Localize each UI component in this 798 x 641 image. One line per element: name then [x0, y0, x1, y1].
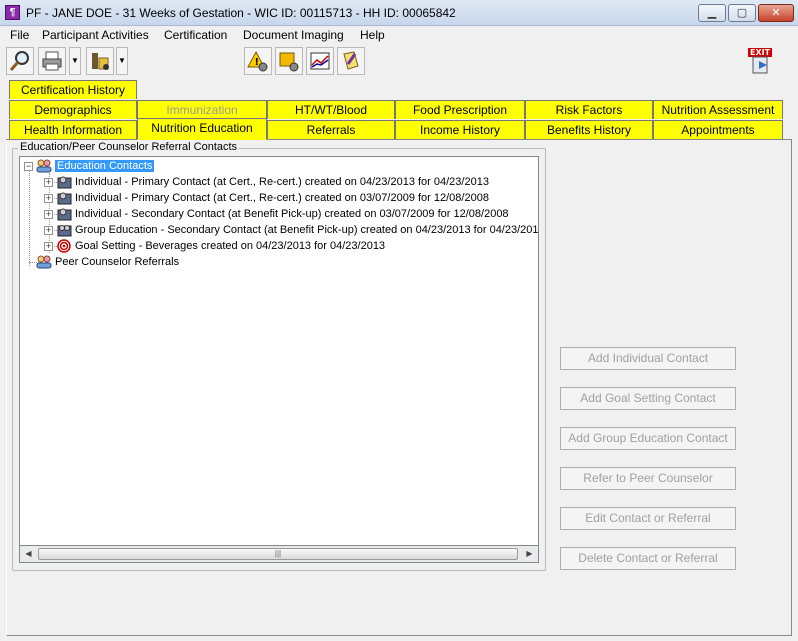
warning-gear-icon: ! — [247, 50, 268, 72]
tools-button[interactable] — [86, 47, 114, 75]
tree-label-education-contacts[interactable]: Education Contacts — [55, 160, 155, 172]
tab-ht-wt-blood[interactable]: HT/WT/Blood — [267, 100, 395, 119]
delete-contact-or-referral-button[interactable]: Delete Contact or Referral — [560, 547, 736, 570]
tree-node-contact-4[interactable]: + Group Education - Secondary Contact (a… — [44, 222, 538, 238]
print-button[interactable] — [38, 47, 66, 75]
expand-toggle[interactable]: + — [44, 241, 53, 251]
expand-toggle[interactable]: + — [44, 225, 53, 235]
add-goal-setting-contact-button[interactable]: Add Goal Setting Contact — [560, 387, 736, 410]
printer-icon — [42, 51, 62, 71]
tree-label-contact-5[interactable]: Goal Setting - Beverages created on 04/2… — [75, 240, 385, 252]
toolbar: ▼ ▼ ! EXIT — [0, 45, 798, 79]
tab-nutrition-education[interactable]: Nutrition Education — [137, 118, 267, 140]
tree-node-peer-counselor-referrals[interactable]: Peer Counselor Referrals — [36, 254, 179, 270]
menu-bar: File Participant Activities Certificatio… — [0, 26, 798, 44]
tree-label-contact-1[interactable]: Individual - Primary Contact (at Cert., … — [75, 176, 489, 188]
close-button[interactable]: ✕ — [758, 4, 794, 22]
tree-label-peer-counselor-referrals[interactable]: Peer Counselor Referrals — [55, 256, 179, 268]
menu-participant-activities[interactable]: Participant Activities — [42, 28, 149, 42]
title-bar: ¶ PF - JANE DOE - 31 Weeks of Gestation … — [0, 0, 798, 26]
note-gear-icon — [279, 52, 299, 72]
tree-node-education-contacts[interactable]: − Education Contacts — [24, 158, 155, 174]
contacts-tree[interactable]: − Education Contacts + Individual - Prim… — [19, 156, 539, 546]
group-contact-icon — [57, 225, 72, 237]
tab-referrals[interactable]: Referrals — [267, 120, 395, 139]
tab-immunization: Immunization — [137, 100, 267, 119]
menu-help[interactable]: Help — [360, 28, 385, 42]
minimize-button[interactable]: ▁ — [698, 4, 726, 22]
document-pencil-icon — [343, 51, 359, 70]
tab-row-middle: Demographics Immunization HT/WT/Blood Fo… — [9, 100, 784, 119]
menu-document-imaging[interactable]: Document Imaging — [243, 28, 344, 42]
edit-contact-or-referral-button[interactable]: Edit Contact or Referral — [560, 507, 736, 530]
tree-node-contact-3[interactable]: + Individual - Secondary Contact (at Ben… — [44, 206, 509, 222]
menu-certification[interactable]: Certification — [164, 28, 227, 42]
groupbox-label: Education/Peer Counselor Referral Contac… — [18, 141, 240, 153]
svg-text:!: ! — [255, 57, 260, 68]
person-contact-icon — [57, 176, 72, 189]
scroll-thumb[interactable]: ||| — [38, 548, 518, 560]
tree-node-contact-5[interactable]: + Goal Setting - Beverages created on 04… — [44, 238, 385, 254]
tab-risk-factors[interactable]: Risk Factors — [525, 100, 653, 119]
collapse-toggle[interactable]: − — [24, 161, 33, 171]
tab-demographics[interactable]: Demographics — [9, 100, 137, 119]
tab-row-top: Certification History — [9, 80, 139, 99]
tree-label-contact-4[interactable]: Group Education - Secondary Contact (at … — [75, 224, 538, 236]
exit-label: EXIT — [750, 48, 771, 57]
tree-horizontal-scrollbar[interactable]: ◀ ||| ▶ — [19, 546, 539, 563]
tree-label-contact-2[interactable]: Individual - Primary Contact (at Cert., … — [75, 192, 489, 204]
tab-row-bottom: Health Information Nutrition Education R… — [9, 118, 784, 140]
people-icon — [36, 159, 52, 173]
add-individual-contact-button[interactable]: Add Individual Contact — [560, 347, 736, 370]
tab-nutrition-assessment[interactable]: Nutrition Assessment — [653, 100, 783, 119]
menu-file[interactable]: File — [10, 28, 29, 42]
scroll-left-arrow[interactable]: ◀ — [21, 547, 36, 561]
app-icon[interactable]: ¶ — [5, 5, 20, 20]
people-icon — [36, 255, 52, 269]
chart-icon — [310, 52, 330, 70]
tab-income-history[interactable]: Income History — [395, 120, 525, 139]
tab-appointments[interactable]: Appointments — [653, 120, 783, 139]
tools-icon — [92, 53, 109, 70]
print-dropdown-arrow[interactable]: ▼ — [69, 47, 81, 75]
tree-label-contact-3[interactable]: Individual - Secondary Contact (at Benef… — [75, 208, 509, 220]
document-button[interactable] — [337, 47, 365, 75]
expand-toggle[interactable]: + — [44, 209, 53, 219]
tab-health-information[interactable]: Health Information — [9, 120, 137, 139]
tree-node-contact-1[interactable]: + Individual - Primary Contact (at Cert.… — [44, 174, 489, 190]
scroll-right-arrow[interactable]: ▶ — [522, 547, 537, 561]
target-icon — [57, 239, 71, 253]
magnifier-icon — [9, 51, 29, 71]
expand-toggle[interactable]: + — [44, 177, 53, 187]
tab-food-prescription[interactable]: Food Prescription — [395, 100, 525, 119]
tab-benefits-history[interactable]: Benefits History — [525, 120, 653, 139]
tab-certification-history[interactable]: Certification History — [9, 80, 137, 99]
search-button[interactable] — [6, 47, 34, 75]
tree-line-root — [29, 170, 30, 266]
refer-to-peer-counselor-button[interactable]: Refer to Peer Counselor — [560, 467, 736, 490]
alerts-button[interactable]: ! — [244, 47, 272, 75]
tools-dropdown-arrow[interactable]: ▼ — [116, 47, 128, 75]
add-group-education-contact-button[interactable]: Add Group Education Contact — [560, 427, 736, 450]
person-contact-icon — [57, 208, 72, 221]
window-title: PF - JANE DOE - 31 Weeks of Gestation - … — [26, 6, 456, 20]
expand-toggle[interactable]: + — [44, 193, 53, 203]
growth-chart-button[interactable] — [306, 47, 334, 75]
person-contact-icon — [57, 192, 72, 205]
exit-button[interactable]: EXIT — [745, 46, 775, 76]
tree-node-contact-2[interactable]: + Individual - Primary Contact (at Cert.… — [44, 190, 489, 206]
maximize-button[interactable]: ▢ — [728, 4, 756, 22]
notes-button[interactable] — [275, 47, 303, 75]
